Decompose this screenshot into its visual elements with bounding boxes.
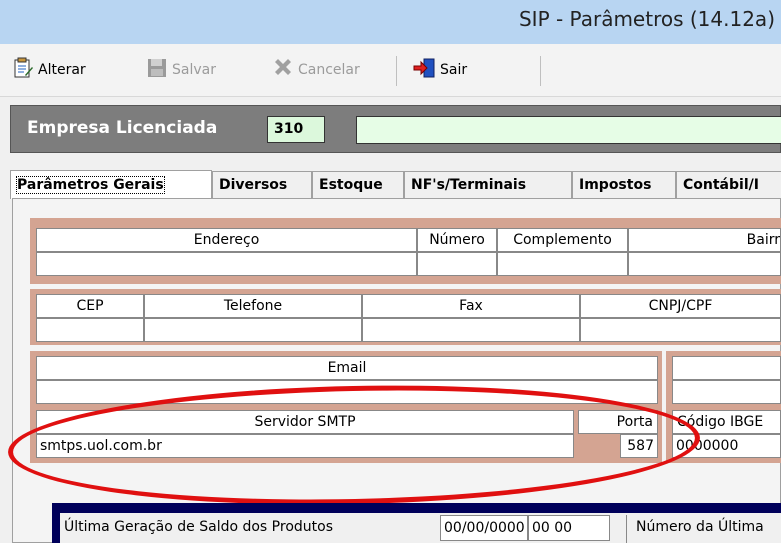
empresa-panel: Empresa Licenciada 310 <box>10 105 781 153</box>
cancel-x-icon <box>272 57 294 83</box>
fax-field[interactable] <box>362 318 580 342</box>
tab-diversos[interactable]: Diversos <box>212 171 312 198</box>
cep-header: CEP <box>36 294 144 318</box>
sair-button[interactable]: Sair <box>412 56 467 84</box>
bairro-header: Bairr <box>628 228 781 252</box>
bairro-field[interactable] <box>628 252 781 276</box>
empresa-name-field[interactable] <box>356 116 781 144</box>
numero-header: Número <box>417 228 497 252</box>
endereco-header: Endereço <box>36 228 417 252</box>
email-header: Email <box>36 356 658 380</box>
cancelar-label: Cancelar <box>298 62 360 78</box>
alterar-button[interactable]: Alterar <box>12 56 86 84</box>
save-disk-icon <box>146 57 168 83</box>
ultima-numero-label: Número da Última <box>636 519 764 535</box>
window-title: SIP - Parâmetros (14.12a) <box>518 7 775 31</box>
toolbar: Alterar Salvar Cancelar Sair <box>0 44 781 97</box>
complemento-header: Complemento <box>497 228 628 252</box>
telefone-header: Telefone <box>144 294 362 318</box>
tab-nfs-terminais[interactable]: NF's/Terminais <box>404 171 572 198</box>
tab-parametros-gerais[interactable]: Parâmetros Gerais <box>10 170 212 199</box>
tab-estoque[interactable]: Estoque <box>312 171 404 198</box>
empresa-code-field[interactable]: 310 <box>267 116 325 143</box>
toolbar-separator <box>540 56 541 86</box>
saldo-date-field[interactable]: 00/00/0000 <box>440 515 528 541</box>
tab-contabil[interactable]: Contábil/I <box>676 171 781 198</box>
cnpj-header: CNPJ/CPF <box>580 294 781 318</box>
tab-impostos[interactable]: Impostos <box>572 171 676 198</box>
endereco-field[interactable] <box>36 252 417 276</box>
ibge-top-header <box>672 356 781 380</box>
complemento-field[interactable] <box>497 252 628 276</box>
divider <box>626 515 627 543</box>
fax-header: Fax <box>362 294 580 318</box>
sair-label: Sair <box>440 62 468 78</box>
toolbar-separator <box>396 56 397 86</box>
title-bar: SIP - Parâmetros (14.12a) <box>0 0 781 44</box>
edit-document-icon <box>12 57 34 83</box>
cep-field[interactable] <box>36 318 144 342</box>
tab-strip: Parâmetros Gerais Diversos Estoque NF's/… <box>10 170 781 199</box>
cnpj-field[interactable] <box>580 318 781 342</box>
alterar-label: Alterar <box>38 62 86 78</box>
ibge-top-field[interactable] <box>672 380 781 404</box>
telefone-field[interactable] <box>144 318 362 342</box>
cancelar-button[interactable]: Cancelar <box>272 56 360 84</box>
saldo-time-field[interactable]: 00 00 <box>528 515 610 541</box>
saldo-label: Última Geração de Saldo dos Produtos <box>64 519 333 535</box>
salvar-button[interactable]: Salvar <box>146 56 216 84</box>
salvar-label: Salvar <box>172 62 216 78</box>
numero-field[interactable] <box>417 252 497 276</box>
exit-door-icon <box>412 57 436 83</box>
empresa-label: Empresa Licenciada <box>27 118 218 138</box>
